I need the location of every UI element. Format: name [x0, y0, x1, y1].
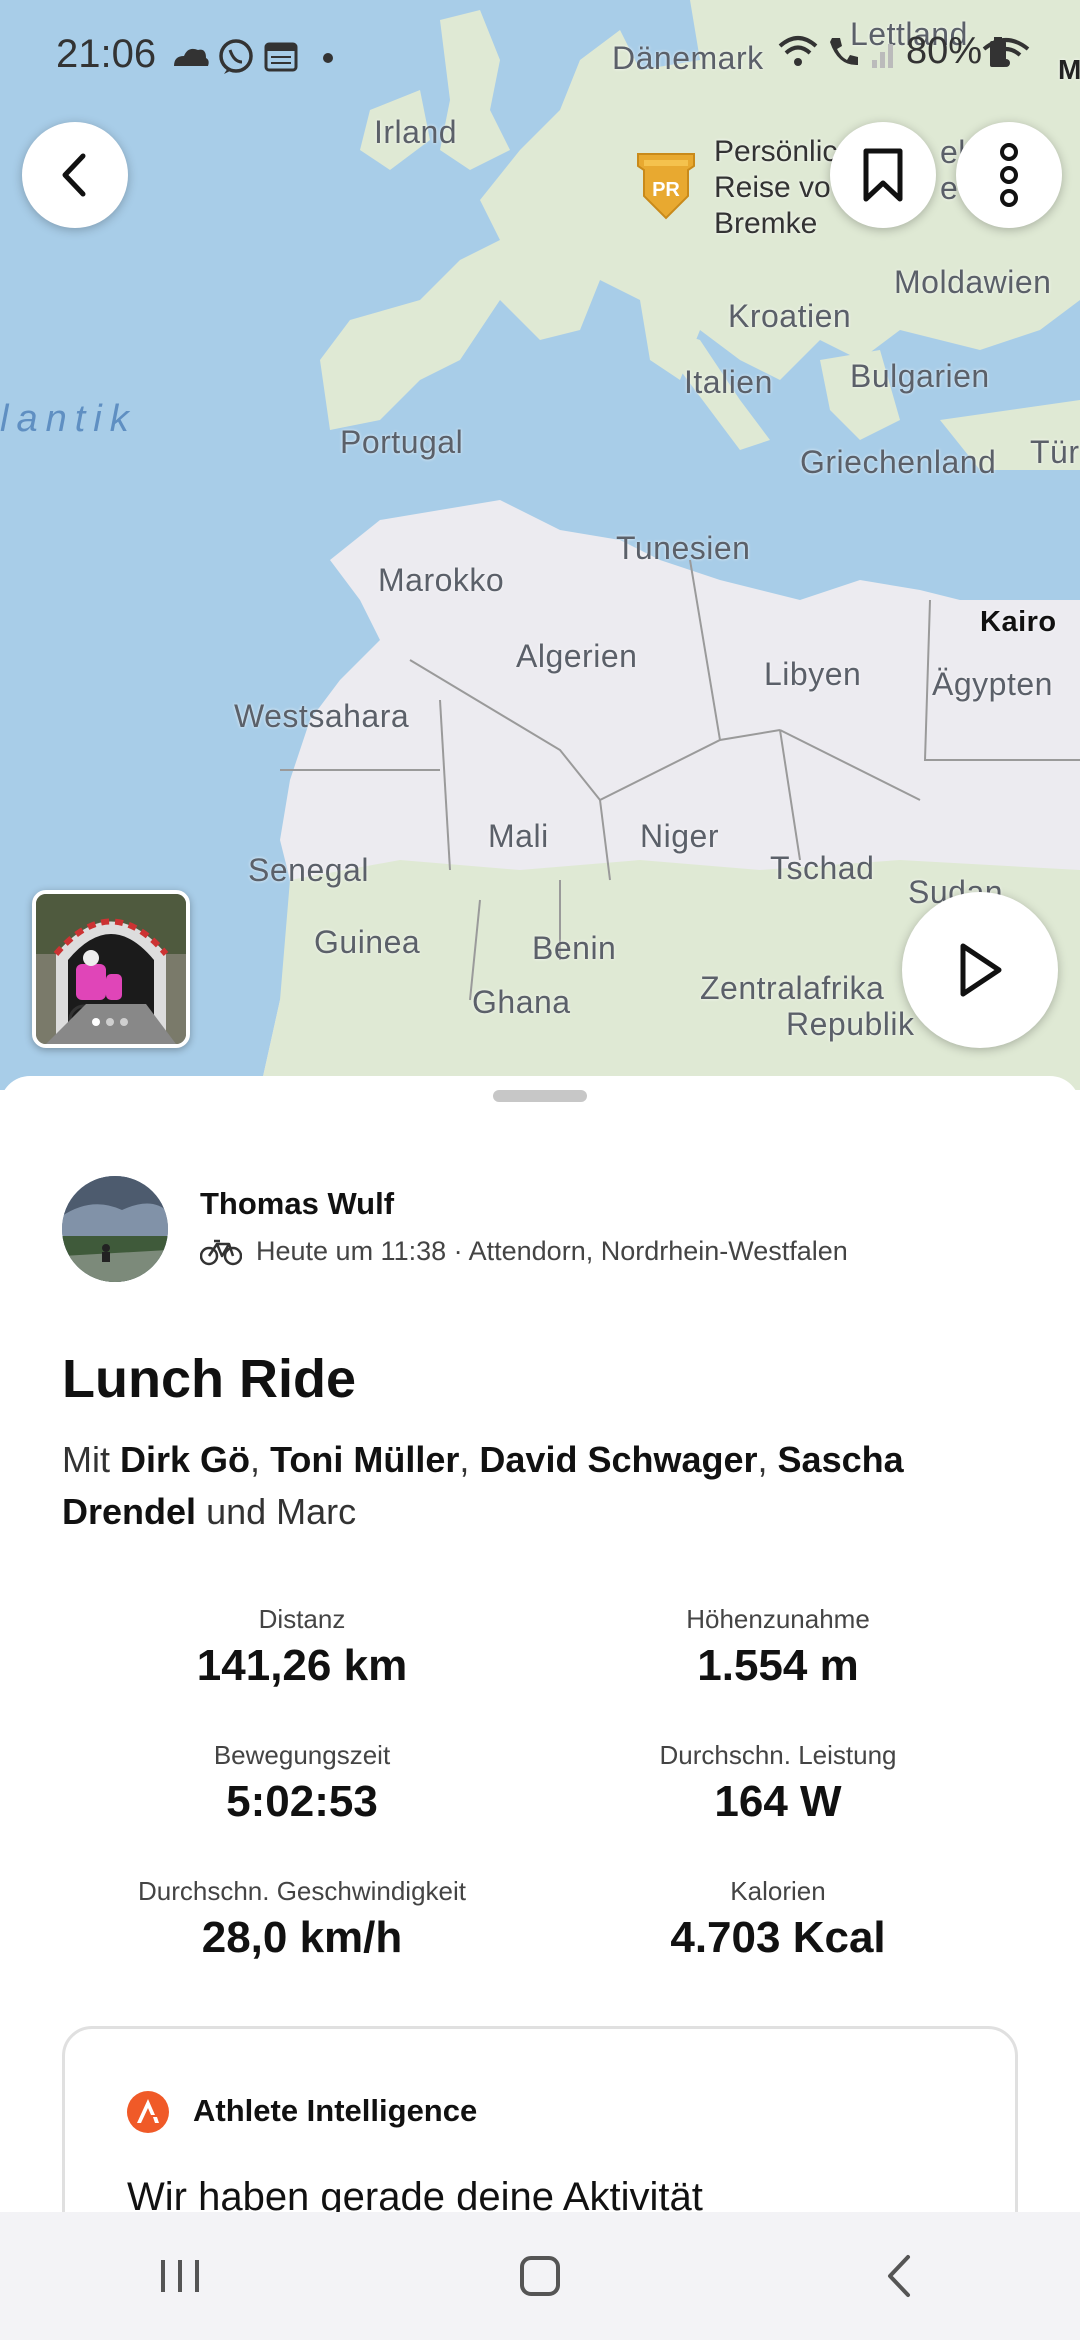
map-label-niger: Niger — [640, 818, 719, 854]
whatsapp-icon — [219, 39, 253, 74]
map-label-benin: Benin — [532, 930, 617, 966]
activity-photo-thumbnail[interactable] — [32, 890, 190, 1048]
map-label-bulgarien: Bulgarien — [850, 358, 990, 394]
sheet-grab-handle[interactable] — [493, 1090, 587, 1102]
bike-icon — [200, 1239, 242, 1265]
stat-distance: Distanz 141,26 km — [62, 1604, 542, 1691]
map-label-kroatien: Kroatien — [728, 298, 852, 334]
map-label-zentralafrika: Zentralafrika — [700, 970, 885, 1006]
status-left-icons — [170, 36, 350, 85]
pr-label-line-3: Bremke — [714, 207, 818, 240]
dot-icon — [323, 53, 333, 63]
stat-elevation-gain: Höhenzunahme 1.554 m — [538, 1604, 1018, 1691]
activity-title: Lunch Ride — [62, 1349, 356, 1409]
companion-name[interactable]: Dirk Gö — [120, 1439, 250, 1480]
pr-label-line-1: Persönlic — [714, 135, 838, 168]
stat-label: Höhenzunahme — [686, 1604, 870, 1634]
athlete-intelligence-icon — [127, 2091, 169, 2133]
system-back-button[interactable] — [840, 2236, 960, 2316]
athlete-intelligence-title: Athlete Intelligence — [193, 2093, 478, 2128]
back-button[interactable] — [22, 122, 128, 228]
pr-segment-label[interactable]: Persönlic Reise vo Bremke — [714, 134, 837, 242]
recent-apps-button[interactable] — [120, 2236, 240, 2316]
map-label-griechenland: Griechenland — [800, 444, 997, 480]
with-prefix: Mit — [62, 1439, 110, 1480]
map-label-mali: Mali — [488, 818, 549, 854]
map-label-irland: Irland — [374, 114, 458, 150]
more-options-button[interactable] — [956, 122, 1062, 228]
avatar[interactable] — [62, 1176, 168, 1282]
play-icon — [960, 943, 1002, 997]
battery-percent: 80% — [906, 30, 983, 72]
wifi-icon — [778, 35, 818, 66]
stat-value: 4.703 Kcal — [670, 1913, 886, 1962]
map-label-marokko: Marokko — [378, 562, 505, 598]
stat-value: 28,0 km/h — [201, 1913, 403, 1962]
map-label-tuerkei: Tür — [1030, 434, 1080, 470]
map-label-tunesien: Tunesien — [616, 530, 751, 566]
signal-icon — [872, 43, 893, 68]
companion-name[interactable]: Toni Müller — [270, 1439, 459, 1480]
stat-value: 164 W — [714, 1777, 842, 1826]
map-label-republik: Republik — [786, 1006, 915, 1042]
map-label-algerien: Algerien — [516, 638, 638, 674]
map-label-atlantik: lantik — [0, 398, 137, 440]
stat-label: Durchschn. Geschwindigkeit — [137, 1876, 467, 1906]
stat-label: Distanz — [258, 1604, 346, 1634]
back-arrow-icon — [888, 2255, 910, 2297]
activity-meta: Heute um 11:38 · Attendorn, Nordrhein-We… — [200, 1236, 848, 1267]
bookmark-icon — [863, 148, 903, 202]
recent-apps-icon — [161, 2260, 199, 2292]
activity-screen: Lettland Dänemark Irland Moldawien Kroat… — [0, 0, 1080, 2340]
home-icon — [520, 2256, 560, 2296]
map-label-tschad: Tschad — [770, 850, 875, 886]
athlete-name[interactable]: Thomas Wulf — [200, 1186, 394, 1222]
map-label-italien: Italien — [684, 364, 773, 400]
map-label-westsahara: Westsahara — [234, 698, 410, 734]
stat-value: 1.554 m — [697, 1641, 859, 1690]
map-label-aegypten: Ägypten — [932, 666, 1053, 702]
cloud-icon — [174, 48, 209, 66]
map-label-senegal: Senegal — [248, 852, 369, 888]
status-right-cluster: 80% — [778, 30, 1008, 73]
stat-average-power: Durchschn. Leistung 164 W — [538, 1740, 1018, 1827]
companions-suffix[interactable]: und Marc — [206, 1491, 356, 1532]
stat-average-speed: Durchschn. Geschwindigkeit 28,0 km/h — [62, 1876, 542, 1963]
stat-moving-time: Bewegungszeit 5:02:53 — [62, 1740, 542, 1827]
phone-icon — [830, 37, 858, 65]
map-label-guinea: Guinea — [314, 924, 421, 960]
play-flyover-button[interactable] — [902, 892, 1058, 1048]
map-label-portugal: Portugal — [340, 424, 464, 460]
pr-badge-icon[interactable]: PR — [634, 150, 698, 222]
stat-label: Bewegungszeit — [213, 1740, 391, 1770]
tunnel-photo-image — [36, 894, 186, 1044]
home-button[interactable] — [480, 2236, 600, 2316]
bookmark-button[interactable] — [830, 122, 936, 228]
activity-details-sheet[interactable]: Thomas Wulf Heute um 11:38 · Attendorn, … — [0, 1076, 1080, 2340]
companion-name[interactable]: David Schwager — [479, 1439, 757, 1480]
stat-calories: Kalorien 4.703 Kcal — [538, 1876, 1018, 1963]
stat-label: Kalorien — [730, 1876, 826, 1906]
map-label-moldawien: Moldawien — [894, 264, 1052, 300]
athlete-avatar-image — [62, 1176, 168, 1282]
stat-value: 141,26 km — [196, 1641, 408, 1690]
activity-meta-text: Heute um 11:38 · Attendorn, Nordrhein-We… — [256, 1236, 848, 1266]
map-label-libyen: Libyen — [764, 656, 862, 692]
companions-line: Mit Dirk Gö, Toni Müller, David Schwager… — [62, 1439, 904, 1532]
chevron-left-icon — [62, 153, 86, 197]
stat-value: 5:02:53 — [226, 1777, 378, 1826]
status-time: 21:06 — [56, 32, 157, 76]
map-label-ghana: Ghana — [472, 984, 571, 1020]
pr-label-line-2: Reise vo — [714, 171, 831, 204]
map-label-kairo: Kairo — [980, 606, 1057, 638]
calendar-icon — [264, 42, 298, 72]
more-vertical-icon — [1000, 143, 1018, 207]
system-navigation-bar — [0, 2212, 1080, 2340]
battery-icon — [990, 36, 1007, 67]
pr-badge-label: PR — [652, 179, 680, 201]
stat-label: Durchschn. Leistung — [659, 1740, 897, 1770]
